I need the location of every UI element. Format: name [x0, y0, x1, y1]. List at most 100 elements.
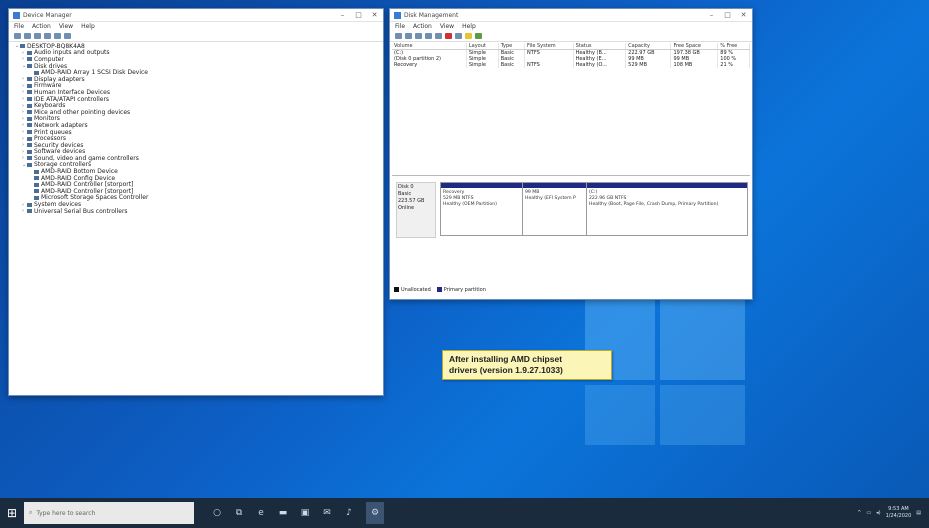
device-icon	[27, 130, 32, 135]
edge-icon[interactable]: e	[256, 508, 266, 518]
clock[interactable]: 9:53 AM 1/24/2020	[886, 506, 912, 520]
search-placeholder: Type here to search	[36, 509, 96, 517]
maximize-icon[interactable]: □	[354, 11, 363, 19]
disk-management-window[interactable]: Disk Management – □ ✕ File Action View H…	[389, 8, 753, 300]
back-icon[interactable]	[14, 33, 21, 39]
windows-start-icon[interactable]: ⊞	[0, 498, 24, 528]
volume-icon[interactable]: ◂)	[876, 510, 880, 516]
callout-line-1: After installing AMD chipset	[449, 354, 563, 364]
disk-management-titlebar[interactable]: Disk Management – □ ✕	[390, 9, 752, 22]
chevron-down-icon[interactable]: ⌄	[22, 63, 26, 69]
tray-chevron-icon[interactable]: ^	[857, 510, 861, 516]
partition-c[interactable]: (C:) 222.96 GB NTFS Healthy (Boot, Page …	[586, 182, 748, 236]
back-icon[interactable]	[395, 33, 402, 39]
minimize-icon[interactable]: –	[338, 11, 347, 19]
taskbar: ⊞ ⌕ Type here to search ○ ⧉ e ▬ ▣ ✉ ♪ ⚙ …	[0, 498, 929, 528]
disk-map-panel: Disk 0 Basic 223.57 GB Online Recovery 5…	[392, 175, 750, 276]
notifications-icon[interactable]: ▤	[916, 510, 921, 516]
menu-view[interactable]: View	[59, 23, 73, 30]
minimize-icon[interactable]: –	[707, 11, 716, 19]
menu-action[interactable]: Action	[32, 23, 51, 30]
refresh-icon[interactable]	[465, 33, 472, 39]
volume-list: Volume Layout Type File System Status Capacit…	[392, 43, 750, 68]
disk-label[interactable]: Disk 0 Basic 223.57 GB Online	[396, 182, 436, 238]
chevron-right-icon[interactable]: ›	[22, 76, 26, 82]
chevron-right-icon[interactable]: ›	[22, 208, 26, 214]
properties-icon[interactable]	[34, 33, 41, 39]
chevron-right-icon[interactable]: ›	[22, 56, 26, 62]
close-icon[interactable]: ✕	[370, 11, 379, 19]
table-row[interactable]: Recovery Simple Basic NTFS Healthy (O... 529 …	[392, 62, 750, 68]
device-icon	[27, 77, 32, 82]
chevron-right-icon[interactable]: ›	[22, 122, 26, 128]
tree-node[interactable]: › Computer	[15, 56, 379, 63]
list-icon[interactable]	[435, 33, 442, 39]
disk-size: 223.57 GB	[398, 198, 425, 204]
file-explorer-icon[interactable]: ▬	[278, 508, 288, 518]
tree-node[interactable]: › Print queues	[15, 129, 379, 136]
cortana-icon[interactable]: ○	[212, 508, 222, 518]
device-manager-titlebar[interactable]: Device Manager – □ ✕	[9, 9, 383, 22]
rescan-icon[interactable]	[475, 33, 482, 39]
close-icon[interactable]: ✕	[739, 11, 748, 19]
chevron-right-icon[interactable]: ›	[22, 83, 26, 89]
search-icon: ⌕	[29, 509, 33, 516]
tree-node[interactable]: › Audio inputs and outputs	[15, 49, 379, 56]
tree-node[interactable]: › Universal Serial Bus controllers	[15, 208, 379, 215]
window-title: Disk Management	[404, 11, 459, 19]
partition-recovery[interactable]: Recovery 529 MB NTFS Healthy (OEM Partit…	[440, 182, 524, 236]
tree-node[interactable]: › Mice and other pointing devices	[15, 109, 379, 116]
search-box[interactable]: ⌕ Type here to search	[24, 502, 194, 524]
chevron-down-icon[interactable]: ⌄	[22, 162, 26, 168]
menu-view[interactable]: View	[440, 23, 454, 30]
chevron-right-icon[interactable]: ›	[22, 116, 26, 122]
menu-bar: File Action View Help	[390, 22, 752, 31]
annotation-callout: After installing AMD chipset drivers (ve…	[442, 350, 612, 380]
scan-hardware-icon[interactable]	[54, 33, 61, 39]
chevron-right-icon[interactable]: ›	[22, 142, 26, 148]
device-manager-taskbar-icon[interactable]: ♪	[344, 508, 354, 518]
chevron-down-icon[interactable]: ⌄	[15, 43, 19, 49]
chevron-right-icon[interactable]: ›	[22, 129, 26, 135]
chevron-right-icon[interactable]: ›	[22, 103, 26, 109]
list-icon[interactable]	[415, 33, 422, 39]
store-icon[interactable]: ▣	[300, 508, 310, 518]
delete-icon[interactable]	[445, 33, 452, 39]
network-icon[interactable]: ▭	[866, 510, 871, 516]
forward-icon[interactable]	[24, 33, 31, 39]
chevron-right-icon[interactable]: ›	[22, 50, 26, 56]
menu-file[interactable]: File	[395, 23, 405, 30]
menu-help[interactable]: Help	[462, 23, 476, 30]
chevron-right-icon[interactable]: ›	[22, 155, 26, 161]
forward-icon[interactable]	[405, 33, 412, 39]
device-icon	[27, 149, 32, 154]
tree-node[interactable]: › IDE ATA/ATAPI controllers	[15, 96, 379, 103]
tree-node-label: Universal Serial Bus controllers	[34, 207, 128, 215]
device-icon	[34, 169, 39, 174]
help-icon[interactable]	[425, 33, 432, 39]
disk-state: Online	[398, 205, 415, 211]
menu-help[interactable]: Help	[81, 23, 95, 30]
help-icon[interactable]	[44, 33, 51, 39]
maximize-icon[interactable]: □	[723, 11, 732, 19]
chevron-right-icon[interactable]: ›	[22, 109, 26, 115]
tree-node[interactable]: › Display adapters	[15, 76, 379, 83]
device-manager-window[interactable]: Device Manager – □ ✕ File Action View He…	[8, 8, 384, 396]
partition-efi[interactable]: 99 MB Healthy (EFI System P	[522, 182, 588, 236]
monitor-icon[interactable]	[64, 33, 71, 39]
disk-management-taskbar-icon[interactable]: ⚙	[366, 502, 384, 524]
menu-file[interactable]: File	[14, 23, 24, 30]
chevron-right-icon[interactable]: ›	[22, 136, 26, 142]
legend-primary: Primary partition	[436, 287, 486, 293]
clock-time: 9:53 AM	[888, 506, 909, 512]
disk-management-icon	[394, 11, 401, 19]
chevron-right-icon[interactable]: ›	[22, 96, 26, 102]
task-view-icon[interactable]: ⧉	[234, 508, 244, 518]
chevron-right-icon[interactable]: ›	[22, 149, 26, 155]
properties-icon[interactable]	[455, 33, 462, 39]
chevron-right-icon[interactable]: ›	[22, 89, 26, 95]
toolbar	[390, 31, 752, 42]
chevron-right-icon[interactable]: ›	[22, 202, 26, 208]
mail-icon[interactable]: ✉	[322, 508, 332, 518]
menu-action[interactable]: Action	[413, 23, 432, 30]
